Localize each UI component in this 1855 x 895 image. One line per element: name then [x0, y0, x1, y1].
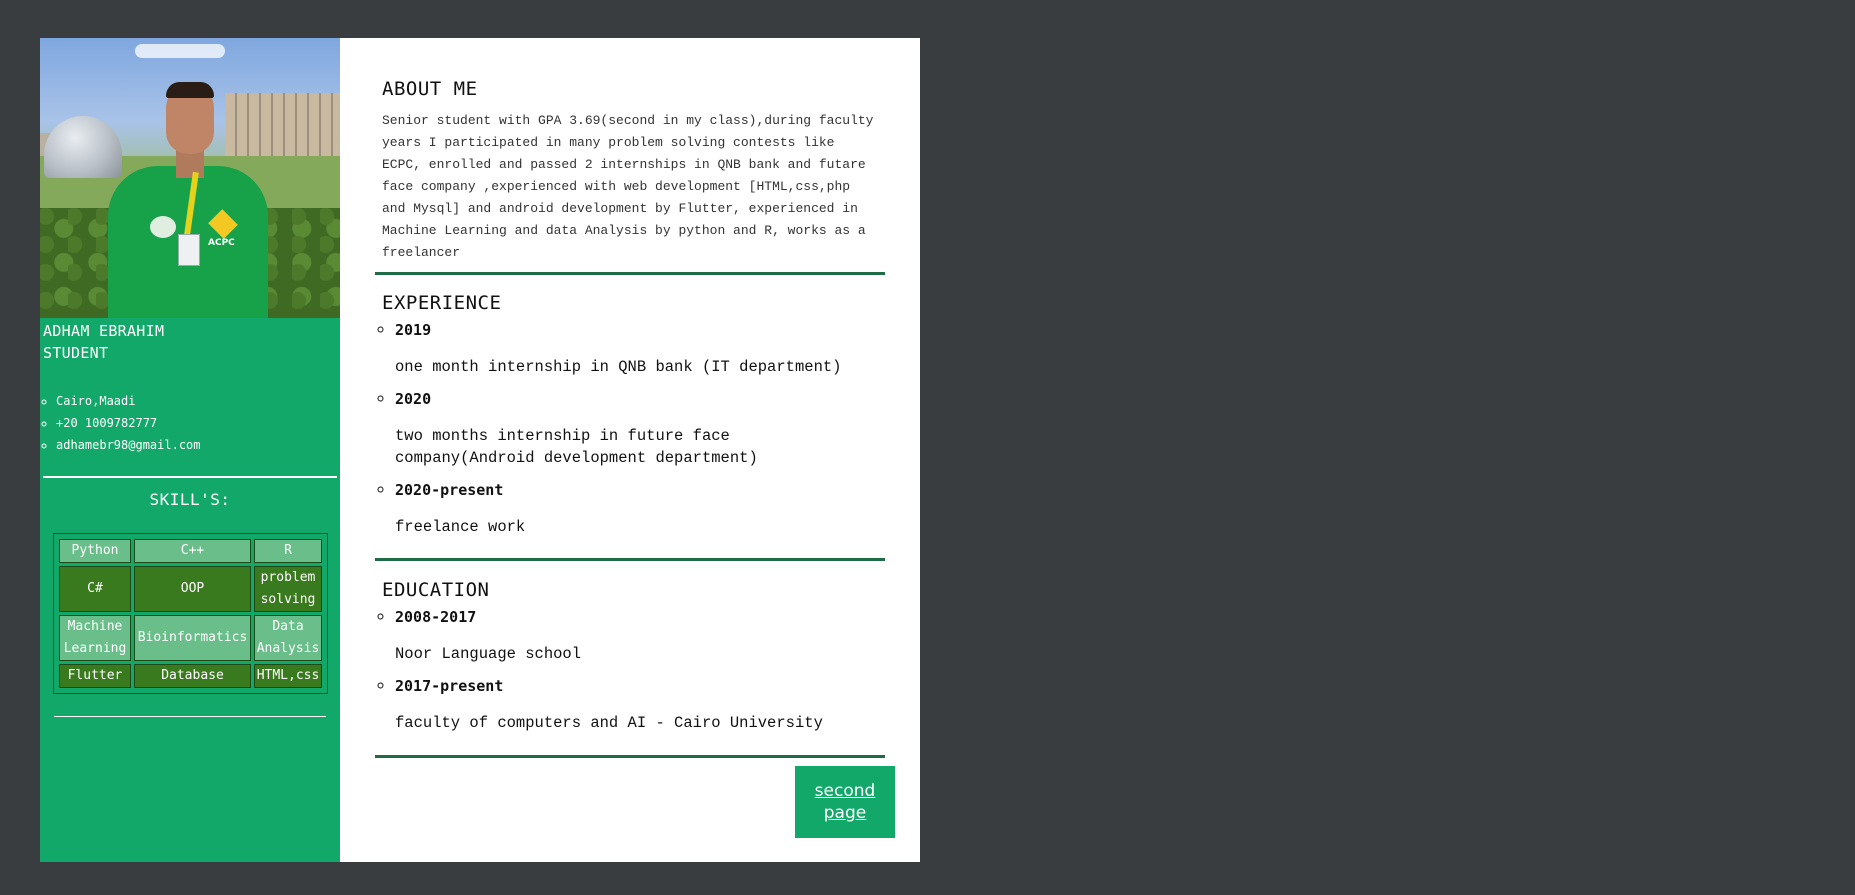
skills-row: Python C++ R	[59, 539, 322, 563]
education-section: EDUCATION 2008-2017 Noor Language school…	[375, 561, 885, 758]
profile-photo: ACPC	[40, 38, 340, 318]
skill-cell: C#	[59, 566, 131, 612]
skills-row: Machine Learning Bioinformatics Data Ana…	[59, 615, 322, 661]
skill-cell: Bioinformatics	[134, 615, 251, 661]
experience-year: 2020	[395, 390, 432, 408]
about-text: Senior student with GPA 3.69(second in m…	[382, 113, 874, 260]
sidebar-divider-bottom	[54, 716, 326, 717]
experience-title: EXPERIENCE	[382, 292, 502, 314]
experience-list: 2019 one month internship in QNB bank (I…	[382, 319, 878, 538]
experience-item: 2020 two months internship in future fac…	[395, 388, 878, 469]
experience-item: 2019 one month internship in QNB bank (I…	[395, 319, 878, 378]
sidebar: ACPC ADHAM EBRAHIM STUDENT Cairo,Maadi +…	[40, 38, 340, 862]
profile-name: ADHAM EBRAHIM	[43, 322, 165, 340]
main-content: ABOUT ME Senior student with GPA 3.69(se…	[340, 38, 920, 862]
about-section: ABOUT ME Senior student with GPA 3.69(se…	[375, 38, 885, 275]
experience-desc: one month internship in QNB bank (IT dep…	[395, 358, 842, 376]
sidebar-divider	[43, 476, 337, 478]
education-desc: faculty of computers and AI - Cairo Univ…	[395, 714, 823, 732]
education-list: 2008-2017 Noor Language school 2017-pres…	[382, 606, 878, 734]
photo-cloud	[135, 44, 225, 58]
photo-shirt-emblem	[150, 216, 176, 238]
skill-cell: Database	[134, 664, 251, 688]
contact-location: Cairo,Maadi	[56, 390, 340, 412]
profile-name-block: ADHAM EBRAHIM STUDENT	[40, 318, 340, 364]
photo-badge	[178, 234, 200, 266]
photo-dome	[44, 116, 122, 178]
second-page-button[interactable]: second page	[795, 766, 895, 838]
skill-cell: Data Analysis	[254, 615, 322, 661]
about-title: ABOUT ME	[382, 78, 478, 100]
education-title: EDUCATION	[382, 579, 490, 601]
experience-year: 2019	[395, 321, 432, 339]
education-item: 2008-2017 Noor Language school	[395, 606, 878, 665]
education-desc: Noor Language school	[395, 645, 582, 663]
skills-row: Flutter Database HTML,css	[59, 664, 322, 688]
photo-shirt-logo-text: ACPC	[208, 238, 235, 248]
skill-cell: C++	[134, 539, 251, 563]
skills-row: C# OOP problem solving	[59, 566, 322, 612]
resume-page: ACPC ADHAM EBRAHIM STUDENT Cairo,Maadi +…	[40, 38, 920, 862]
skill-cell: OOP	[134, 566, 251, 612]
skill-cell: Flutter	[59, 664, 131, 688]
skills-heading: SKILL'S:	[149, 490, 231, 509]
second-page-label: second page	[814, 781, 876, 823]
contact-phone: +20 1009782777	[56, 412, 340, 434]
experience-item: 2020-present freelance work	[395, 479, 878, 538]
education-year: 2008-2017	[395, 608, 477, 626]
skills-table: Python C++ R C# OOP problem solving Mach…	[53, 533, 328, 694]
skill-cell: Machine Learning	[59, 615, 131, 661]
skill-cell: R	[254, 539, 322, 563]
photo-building	[225, 93, 340, 163]
profile-title: STUDENT	[43, 344, 109, 362]
skill-cell: problem solving	[254, 566, 322, 612]
experience-year: 2020-present	[395, 481, 504, 499]
experience-desc: freelance work	[395, 518, 526, 536]
photo-person-hair	[166, 82, 214, 98]
experience-desc: two months internship in future face com…	[395, 427, 758, 467]
contact-email: adhamebr98@gmail.com	[56, 434, 340, 456]
skill-cell: Python	[59, 539, 131, 563]
education-year: 2017-present	[395, 677, 504, 695]
education-item: 2017-present faculty of computers and AI…	[395, 675, 878, 734]
experience-section: EXPERIENCE 2019 one month internship in …	[375, 275, 885, 561]
skill-cell: HTML,css	[254, 664, 322, 688]
contact-list: Cairo,Maadi +20 1009782777 adhamebr98@gm…	[40, 390, 340, 456]
